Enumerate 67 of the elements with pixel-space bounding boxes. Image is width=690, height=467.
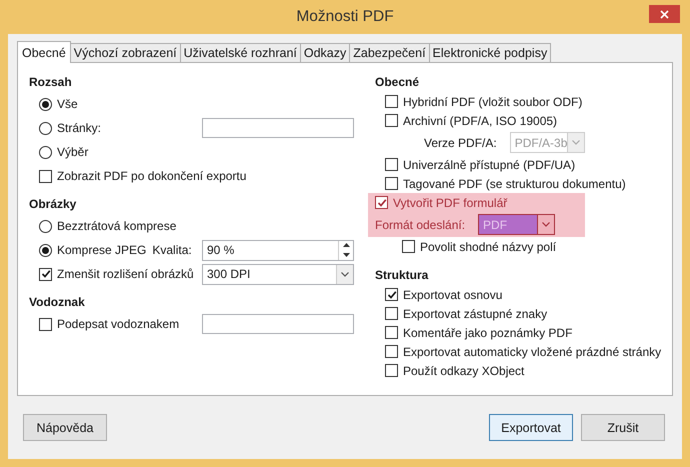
checkbox-label: Použít odkazy XObject	[403, 364, 524, 378]
checkbox[interactable]	[385, 364, 398, 377]
checkbox-label: Exportovat automaticky vložené prázdné stránky	[403, 344, 662, 358]
chevron-down-icon	[341, 272, 349, 276]
tab[interactable]: Elektronické podpisy	[428, 43, 552, 62]
section-heading: Obecné	[375, 75, 420, 91]
checkbox-label: Exportovat zástupné znaky	[403, 306, 548, 320]
checkbox-label: Tagované PDF (se strukturou dokumentu)	[403, 176, 626, 190]
radio-label: Výběr	[57, 145, 88, 159]
checkbox-label: Vytvořit PDF formulář	[393, 196, 508, 210]
chevron-down-icon	[542, 222, 550, 227]
checkbox[interactable]	[385, 326, 398, 339]
section-heading: Rozsah	[29, 75, 73, 91]
window-title: Možnosti PDF	[296, 7, 394, 26]
radio-label: Vše	[57, 97, 78, 111]
tab[interactable]: Výchozí zobrazení	[70, 43, 181, 62]
checkbox-label: Podepsat vodoznakem	[57, 317, 180, 331]
field-label: Formát odeslání:	[375, 218, 466, 232]
tab[interactable]: Odkazy	[300, 43, 350, 62]
checkbox[interactable]	[385, 288, 398, 301]
down-arrow-icon[interactable]	[342, 252, 350, 257]
checkbox[interactable]	[375, 196, 388, 209]
radio-button[interactable]	[39, 220, 52, 232]
checkbox[interactable]	[385, 345, 398, 358]
checkbox[interactable]	[39, 170, 52, 182]
field-label: Kvalita:	[152, 243, 192, 257]
checkbox[interactable]	[385, 177, 398, 190]
section-heading: Obrázky	[29, 197, 78, 213]
spin-field[interactable]: 90 %	[202, 240, 354, 260]
radio-button[interactable]	[39, 146, 52, 158]
checkbox[interactable]	[385, 114, 398, 127]
default-button[interactable]: Exportovat	[489, 414, 573, 441]
checkbox-label: Archivní (PDF/A, ISO 19005)	[403, 114, 558, 128]
checkbox-label: Zmenšit rozlišení obrázků	[57, 267, 194, 281]
checkbox[interactable]	[39, 318, 52, 330]
checkbox-label: Exportovat osnovu	[403, 288, 502, 302]
checkbox[interactable]	[39, 268, 52, 280]
checkbox[interactable]	[385, 307, 398, 320]
checkbox[interactable]	[385, 158, 398, 171]
button[interactable]: Zrušit	[581, 414, 665, 441]
checkbox-label: Komentáře jako poznámky PDF	[403, 326, 572, 340]
close-button[interactable]	[649, 5, 680, 23]
radio-label: Stránky:	[57, 121, 102, 135]
up-arrow-icon[interactable]	[342, 243, 350, 248]
chevron-down-icon	[572, 140, 580, 145]
button[interactable]: Nápověda	[23, 414, 107, 441]
field-label: Verze PDF/A:	[424, 136, 497, 150]
checkbox-label: Hybridní PDF (vložit soubor ODF)	[403, 94, 582, 108]
input-field[interactable]	[202, 314, 354, 334]
checkbox[interactable]	[385, 95, 398, 108]
radio-label: Bezztrátová komprese	[57, 219, 176, 233]
dropdown[interactable]: 300 DPI	[202, 264, 354, 284]
section-heading: Struktura	[375, 268, 430, 284]
radio-label: Komprese JPEG	[57, 243, 146, 257]
radio-button[interactable]	[39, 244, 52, 256]
tab[interactable]: Obecné	[17, 41, 71, 63]
checkbox[interactable]	[402, 240, 415, 253]
close-icon[interactable]	[660, 10, 669, 18]
tab[interactable]: Zabezpečení	[349, 43, 430, 62]
radio-button[interactable]	[39, 122, 52, 134]
checkbox-label: Zobrazit PDF po dokončení exportu	[57, 169, 246, 183]
radio-button[interactable]	[39, 98, 52, 110]
section-heading: Vodoznak	[29, 295, 86, 311]
checkbox-label: Univerzálně přístupné (PDF/UA)	[403, 158, 576, 172]
checkbox-label: Povolit shodné názvy polí	[420, 240, 556, 254]
tab[interactable]: Uživatelské rozhraní	[180, 43, 301, 62]
input-field[interactable]	[202, 118, 354, 138]
